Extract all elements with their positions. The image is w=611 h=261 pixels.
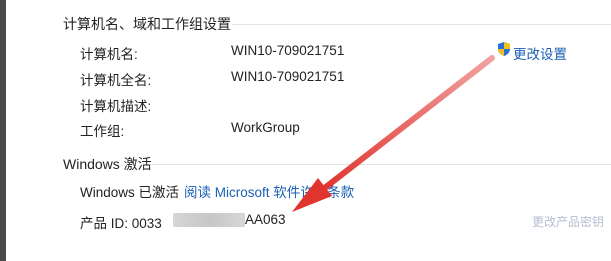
activation-status: Windows 已激活	[80, 185, 180, 200]
window-left-edge	[0, 0, 6, 261]
change-product-key-link[interactable]: 更改产品密钥	[532, 213, 604, 230]
section-divider	[232, 24, 611, 25]
workgroup-value: WorkGroup	[231, 120, 300, 135]
product-id-suffix: AA063	[245, 212, 286, 227]
change-settings-link[interactable]: 更改设置	[513, 43, 567, 63]
computer-name-label: 计算机名:	[80, 47, 138, 62]
product-id-prefix: 产品 ID: 0033	[80, 216, 162, 231]
computer-section-title: 计算机名、域和工作组设置	[63, 16, 231, 32]
computer-name-value: WIN10-709021751	[231, 43, 345, 58]
uac-shield-icon[interactable]	[496, 41, 512, 57]
computer-full-name-value: WIN10-709021751	[231, 69, 345, 84]
license-terms-link[interactable]: 阅读 Microsoft 软件许可条款	[184, 181, 354, 201]
computer-full-name-label: 计算机全名:	[80, 73, 152, 88]
section-divider	[150, 164, 611, 165]
workgroup-label: 工作组:	[80, 124, 125, 139]
computer-description-label: 计算机描述:	[80, 99, 152, 114]
activation-section-title: Windows 激活	[63, 156, 152, 172]
product-id-redaction	[173, 213, 245, 227]
